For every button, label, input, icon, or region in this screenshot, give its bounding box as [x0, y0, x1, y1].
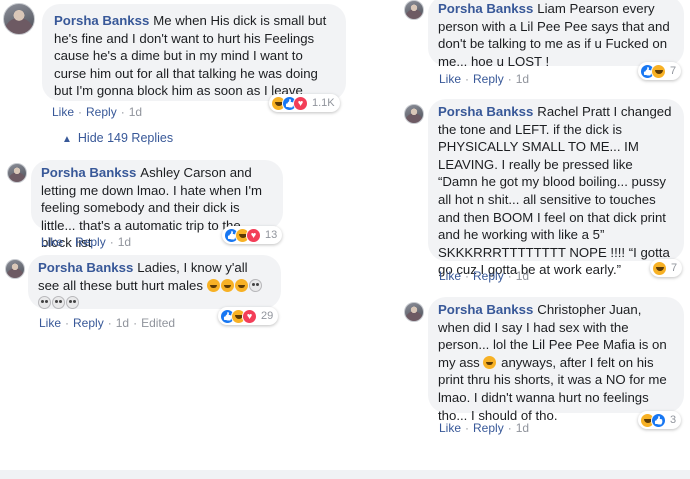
reply-link[interactable]: Reply: [473, 421, 504, 435]
like-link[interactable]: Like: [439, 269, 461, 283]
avatar[interactable]: [7, 163, 27, 183]
reply-link[interactable]: Reply: [73, 316, 104, 330]
comment-bubble: Porsha Bankss Me when His dick is small b…: [42, 4, 346, 101]
comment-timestamp[interactable]: 1d: [516, 72, 529, 86]
chevron-up-icon: ▲: [62, 134, 72, 145]
haha-reaction-icon: [651, 63, 666, 79]
laughing-emoji-icon: [206, 278, 220, 292]
comment-timestamp[interactable]: 1d: [118, 235, 131, 249]
comment-author[interactable]: Porsha Bankss: [54, 13, 149, 28]
separator-dot: ·: [507, 421, 512, 435]
avatar[interactable]: [5, 259, 25, 279]
like-link[interactable]: Like: [439, 421, 461, 435]
separator-dot: ·: [65, 316, 70, 330]
comment-actions: Like · Reply · 1d: [52, 105, 142, 119]
separator-dot: ·: [465, 72, 470, 86]
love-reaction-icon: [293, 95, 308, 111]
separator-dot: ·: [507, 269, 512, 283]
reactions-summary[interactable]: 3: [638, 411, 682, 429]
edited-label[interactable]: Edited: [141, 316, 175, 330]
avatar[interactable]: [404, 0, 424, 20]
comment-timestamp[interactable]: 1d: [116, 316, 129, 330]
skull-emoji-icon: [248, 278, 262, 292]
comment-author[interactable]: Porsha Bankss: [438, 104, 533, 119]
reaction-count: 7: [671, 262, 678, 274]
comment-bubble: Porsha Bankss Liam Pearson every person w…: [428, 0, 684, 69]
comment-author[interactable]: Porsha Bankss: [38, 260, 133, 275]
comment-timestamp[interactable]: 1d: [516, 421, 529, 435]
separator-dot: ·: [120, 105, 125, 119]
laughing-emoji-icon: [234, 278, 248, 292]
skull-emoji-icon: [66, 296, 79, 310]
reactions-summary[interactable]: 7: [638, 62, 682, 80]
laughing-emoji-icon: [483, 355, 497, 369]
hide-replies-label: Hide 149 Replies: [77, 131, 174, 145]
reply-link[interactable]: Reply: [473, 72, 504, 86]
reaction-count: 3: [670, 414, 677, 426]
like-reaction-icon: [651, 412, 666, 428]
like-link[interactable]: Like: [52, 105, 74, 119]
reaction-count: 29: [261, 310, 274, 322]
love-reaction-icon: [246, 227, 261, 243]
separator-dot: ·: [67, 235, 72, 249]
comment-actions: Like · Reply · 1d: [41, 235, 131, 249]
skull-emoji-icon: [52, 296, 65, 310]
reply-link[interactable]: Reply: [473, 269, 504, 283]
separator-dot: ·: [507, 72, 512, 86]
reaction-count: 7: [670, 65, 677, 77]
separator-dot: ·: [78, 105, 83, 119]
hide-replies-link[interactable]: ▲ Hide 149 Replies: [62, 131, 173, 145]
comment-actions: Like · Reply · 1d: [439, 269, 529, 283]
reactions-summary[interactable]: 1.1K: [269, 94, 340, 112]
separator-dot: ·: [465, 421, 470, 435]
comment-timestamp[interactable]: 1d: [129, 105, 142, 119]
reactions-summary[interactable]: 7: [650, 259, 683, 277]
comment-bubble: Porsha Bankss Ladies, I know y'all see al…: [28, 255, 281, 310]
comment-actions: Like · Reply · 1d: [439, 421, 529, 435]
love-reaction-icon: [242, 308, 257, 324]
comment-timestamp[interactable]: 1d: [516, 269, 529, 283]
reactions-summary[interactable]: 13: [222, 226, 283, 244]
reactions-summary[interactable]: 29: [218, 307, 279, 325]
separator-dot: ·: [107, 316, 112, 330]
comment-bubble: Porsha Bankss Rachel Pratt I changed the …: [428, 99, 684, 277]
comment-bubble: Porsha Bankss Ashley Carson and letting m…: [31, 160, 283, 250]
comment-author[interactable]: Porsha Bankss: [41, 165, 136, 180]
reaction-count: 1.1K: [312, 97, 335, 109]
like-link[interactable]: Like: [39, 316, 61, 330]
avatar[interactable]: [404, 302, 424, 322]
separator-dot: ·: [133, 316, 138, 330]
skull-emoji-icon: [38, 296, 51, 310]
separator-dot: ·: [465, 269, 470, 283]
comment-author[interactable]: Porsha Bankss: [438, 1, 533, 16]
reply-link[interactable]: Reply: [75, 235, 106, 249]
comment-author[interactable]: Porsha Bankss: [438, 302, 533, 317]
separator-dot: ·: [109, 235, 114, 249]
reaction-count: 13: [265, 229, 278, 241]
comment-actions: Like · Reply · 1d: [439, 72, 529, 86]
avatar[interactable]: [3, 3, 35, 35]
avatar[interactable]: [404, 104, 424, 124]
page-background-strip: [0, 470, 690, 479]
like-link[interactable]: Like: [439, 72, 461, 86]
comment-text: Rachel Pratt I changed the tone and LEFT…: [438, 104, 672, 278]
haha-reaction-icon: [652, 260, 667, 276]
comment-bubble: Porsha Bankss Christopher Juan, when did …: [428, 297, 684, 423]
like-link[interactable]: Like: [41, 235, 63, 249]
comment-actions: Like · Reply · 1d · Edited: [39, 316, 175, 330]
laughing-emoji-icon: [220, 278, 234, 292]
reply-link[interactable]: Reply: [86, 105, 117, 119]
